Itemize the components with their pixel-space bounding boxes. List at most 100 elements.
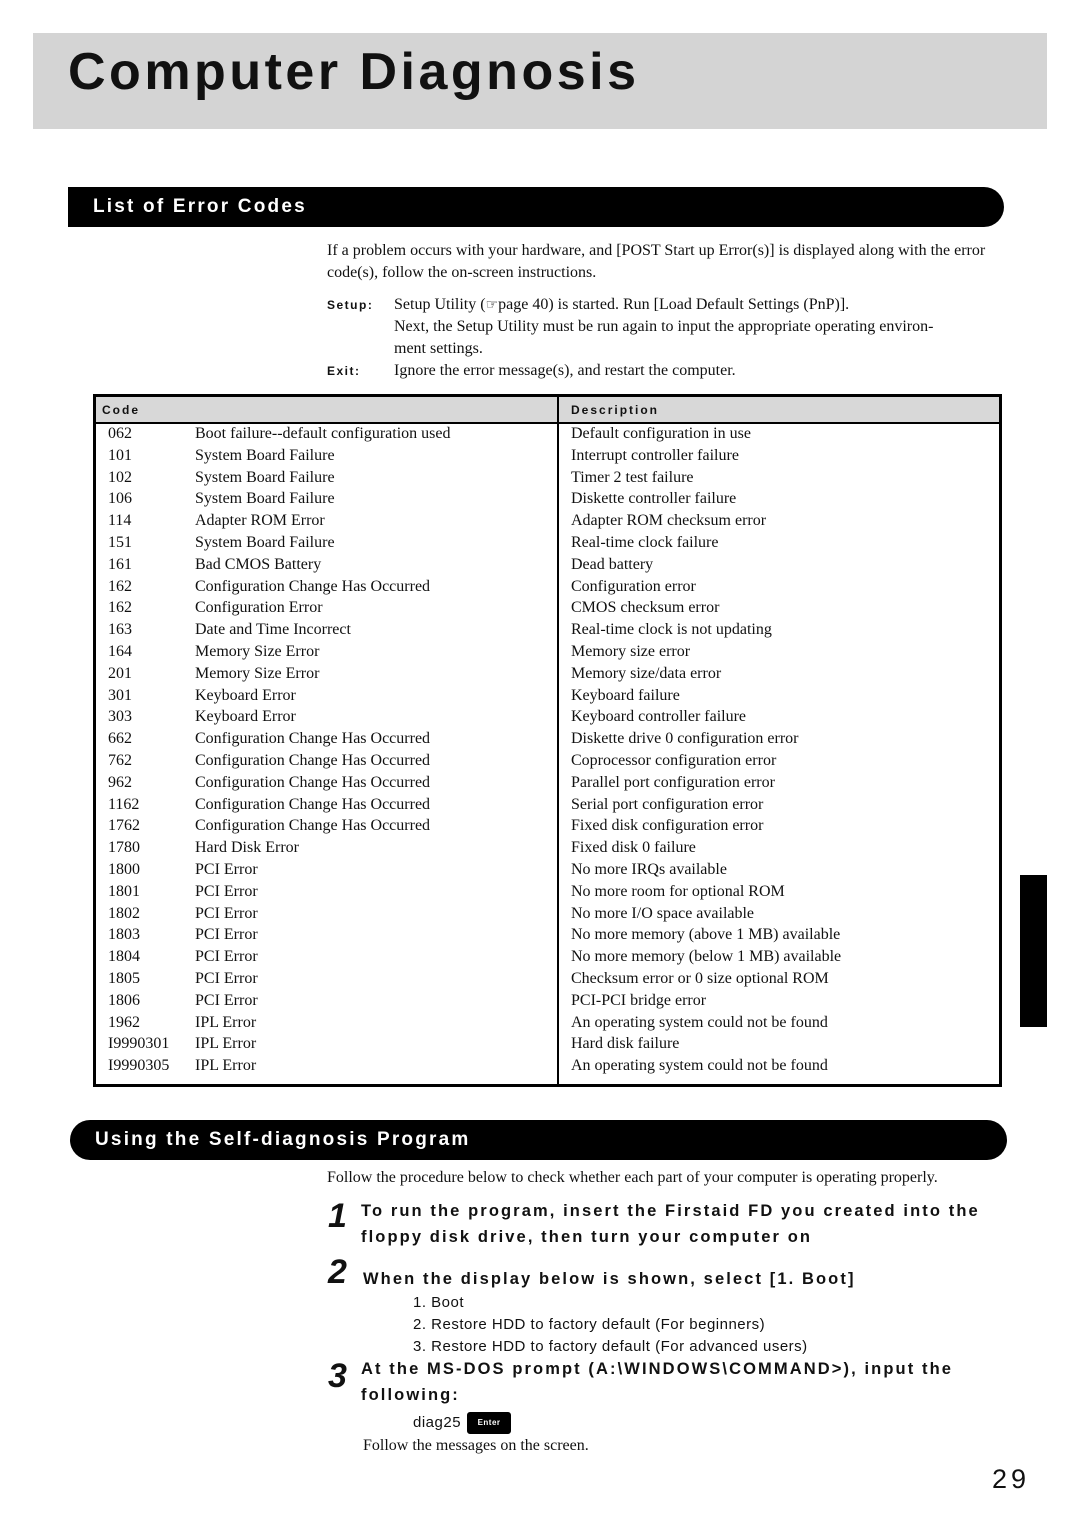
exit-label: Exit: [327, 364, 361, 378]
cell-code: 101 [108, 446, 132, 464]
cell-error-name: Configuration Change Has Occurred [195, 817, 431, 835]
cell-description: Checksum error or 0 size optional ROM [571, 970, 829, 987]
cell-code: 102 [108, 468, 132, 486]
cell-code: 762 [108, 752, 132, 769]
step-2-line-1: When the display below is shown, select … [363, 1270, 856, 1288]
cell-description: An operating system could not be found [571, 1013, 828, 1031]
exit-label-text: Exit [327, 364, 356, 378]
cell-description: Dead battery [571, 555, 654, 573]
chapter-tab [1020, 875, 1047, 1027]
step-number-3: 3 [328, 1357, 347, 1395]
pointing-hand-icon: ☞ [485, 297, 499, 313]
cell-error-name: Configuration Change Has Occurred [195, 730, 431, 748]
procedure-intro: Follow the procedure below to check whet… [327, 1169, 938, 1186]
cell-code: 114 [108, 512, 132, 530]
setup-line-3: ment settings. [394, 340, 483, 357]
cell-error-name: Memory Size Error [195, 643, 320, 660]
cell-error-name: Keyboard Error [195, 708, 296, 726]
step-1-line-2: floppy disk drive, then turn your comput… [361, 1228, 813, 1246]
cell-code: 1806 [108, 991, 140, 1009]
step-3-line-2: following: [361, 1386, 460, 1404]
cell-description: An operating system could not be found [571, 1057, 828, 1075]
cell-code: 962 [108, 773, 132, 791]
cell-code: 164 [108, 643, 132, 660]
cell-error-name: PCI Error [195, 882, 258, 900]
cell-error-name: Date and Time Incorrect [195, 621, 351, 639]
header-description: Description [571, 403, 660, 417]
cell-description: No more memory (below 1 MB) available [571, 948, 842, 966]
cell-error-name: Keyboard Error [195, 686, 296, 704]
menu-item-restore-beginners: 2. Restore HDD to factory default (For b… [413, 1316, 766, 1333]
cell-error-name: Hard Disk Error [195, 839, 299, 857]
setup-text-a: Setup Utility ( [394, 296, 486, 313]
cell-description: Real-time clock is not updating [571, 621, 772, 639]
cell-error-name: System Board Failure [195, 446, 335, 464]
page-number: 29 [992, 1464, 1031, 1494]
cell-code: 163 [108, 621, 132, 639]
cell-description: Memory size/data error [571, 664, 722, 682]
step-number-1: 1 [328, 1197, 347, 1235]
step-1-line-1: To run the program, insert the Firstaid … [361, 1202, 980, 1220]
cell-code: 162 [108, 599, 132, 617]
cell-code: 1162 [108, 795, 140, 813]
cell-error-name: System Board Failure [195, 490, 335, 508]
cell-description: Real-time clock failure [571, 534, 719, 551]
cell-code: 1805 [108, 970, 140, 987]
cell-error-name: PCI Error [195, 904, 258, 922]
error-code-table: Code Description 062 Boot failure--defaul… [93, 394, 1002, 1087]
command-text: diag25 [413, 1414, 462, 1431]
cell-code: 303 [108, 708, 132, 726]
cell-error-name: Configuration Change Has Occurred [195, 795, 431, 813]
cell-code: 662 [108, 730, 132, 748]
cell-description: Keyboard controller failure [571, 708, 747, 726]
cell-description: No more IRQs available [571, 861, 727, 878]
cell-code: 106 [108, 490, 132, 508]
cell-description: Adapter ROM checksum error [571, 512, 767, 530]
section-heading-self-diagnosis: Using the Self-diagnosis Program [70, 1120, 1007, 1160]
setup-text-b: page 40) is started. Run [Load Default S… [498, 296, 850, 313]
exit-text: Ignore the error message(s), and restart… [394, 362, 736, 379]
menu-item-restore-advanced: 3. Restore HDD to factory default (For a… [413, 1338, 808, 1355]
cell-code: 201 [108, 664, 132, 682]
header-code: Code [102, 403, 140, 417]
cell-error-name: Configuration Error [195, 599, 323, 617]
cell-description: Memory size error [571, 643, 691, 660]
cell-error-name: PCI Error [195, 861, 258, 878]
cell-code: 1800 [108, 861, 140, 878]
cell-code: 1762 [108, 817, 140, 835]
cell-error-name: PCI Error [195, 991, 258, 1009]
cell-description: No more room for optional ROM [571, 882, 785, 900]
cell-error-name: Adapter ROM Error [195, 512, 325, 530]
table-header: Code Description [96, 397, 999, 424]
cell-code: I9990305 [108, 1057, 170, 1075]
cell-code: 1801 [108, 882, 140, 900]
intro-paragraph: If a problem occurs with your hardware, … [327, 242, 986, 281]
cell-error-name: Configuration Change Has Occurred [195, 577, 431, 595]
cell-description: Fixed disk 0 failure [571, 839, 696, 857]
cell-error-name: IPL Error [195, 1013, 257, 1031]
cell-error-name: IPL Error [195, 1035, 257, 1053]
cell-description: No more I/O space available [571, 904, 755, 922]
command-line: diag25 Enter [413, 1412, 512, 1435]
cell-error-name: System Board Failure [195, 534, 335, 551]
cell-description: Keyboard failure [571, 686, 680, 704]
cell-description: Diskette controller failure [571, 490, 737, 508]
cell-error-name: System Board Failure [195, 468, 335, 486]
cell-description: Fixed disk configuration error [571, 817, 764, 835]
cell-description: Timer 2 test failure [571, 468, 694, 486]
follow-messages: Follow the messages on the screen. [363, 1437, 589, 1454]
cell-code: 1804 [108, 948, 140, 966]
cell-error-name: Memory Size Error [195, 664, 320, 682]
cell-error-name: Boot failure--default configuration used [195, 425, 451, 442]
cell-error-name: Bad CMOS Battery [195, 555, 322, 573]
cell-description: Default configuration in use [571, 425, 751, 442]
cell-error-name: Configuration Change Has Occurred [195, 752, 431, 769]
cell-code: 161 [108, 555, 132, 573]
cell-code: 1962 [108, 1013, 140, 1031]
menu-item-boot: 1. Boot [413, 1294, 465, 1311]
enter-key-icon: Enter [467, 1412, 512, 1435]
cell-error-name: PCI Error [195, 970, 258, 987]
cell-description: Coprocessor configuration error [571, 752, 777, 769]
cell-description: Interrupt controller failure [571, 446, 739, 464]
cell-error-name: Configuration Change Has Occurred [195, 773, 431, 791]
